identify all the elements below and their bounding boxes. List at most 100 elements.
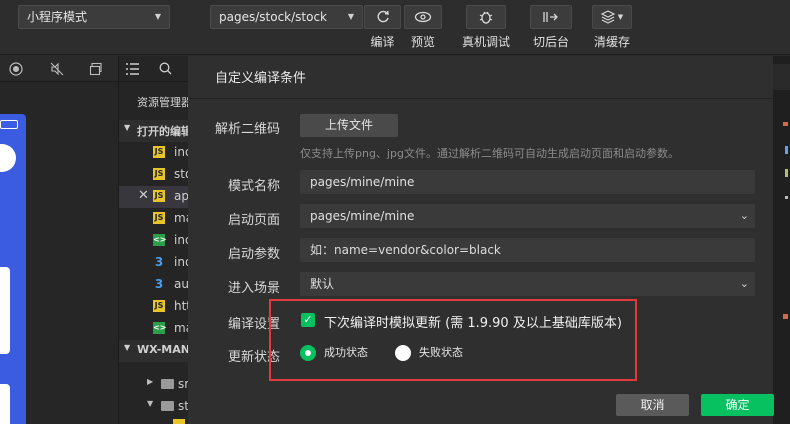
clear-cache-label: 清缓存 — [593, 35, 630, 49]
content-card — [0, 267, 10, 354]
folder-item[interactable]: ▼ static — [119, 396, 189, 418]
window-icon[interactable] — [89, 62, 103, 76]
file-item[interactable]: <> index.wxml — [119, 230, 189, 252]
caret-down-icon: ▼ — [617, 13, 624, 21]
upload-hint: 仅支持上传png、jpg文件。通过解析二维码可自动生成启动页面和启动参数。 — [300, 147, 679, 160]
chevron-down-icon: ⌄ — [739, 277, 749, 290]
file-name: index — [174, 145, 189, 159]
preview-label: 预览 — [410, 35, 435, 49]
explorer-toolbar — [119, 56, 189, 82]
js-file-icon: JS — [153, 146, 165, 158]
file-item[interactable]: JS main.js — [119, 208, 189, 230]
dialog-title: 自定义编译条件 — [215, 71, 307, 86]
layers-icon — [600, 10, 615, 24]
start-params-placeholder: 如：name=vendor&color=black — [310, 243, 501, 257]
start-page-value: pages/mine/mine — [310, 209, 415, 223]
code-glyph — [785, 169, 788, 177]
page-select[interactable]: pages/stock/stock ▼ — [210, 5, 363, 29]
mute-icon[interactable] — [50, 62, 64, 76]
background-button[interactable] — [530, 5, 572, 29]
folder-item[interactable]: ▶ src — [119, 374, 189, 396]
file-item[interactable]: JS stock — [119, 164, 189, 186]
scene-label: 进入场景 — [228, 281, 281, 296]
divider — [188, 98, 773, 99]
start-params-input[interactable]: 如：name=vendor&color=black — [300, 238, 755, 262]
css-file-icon: 3 — [154, 255, 164, 269]
start-page-select[interactable]: pages/mine/mine ⌄ — [300, 204, 755, 228]
file-name: auth.wxss — [174, 277, 189, 291]
file-item[interactable]: 3 index.wxss — [119, 252, 189, 274]
js-file-icon — [173, 419, 185, 424]
file-name: index.wxml — [174, 233, 189, 247]
scene-value: 默认 — [310, 277, 335, 291]
code-glyph — [785, 196, 788, 199]
file-name: app.js — [174, 189, 189, 203]
confirm-button[interactable]: 确定 — [701, 394, 774, 416]
mode-name-value: pages/mine/mine — [310, 175, 415, 189]
start-params-label: 启动参数 — [228, 247, 281, 262]
switch-background-icon — [543, 12, 558, 22]
explorer-title: 资源管理器 — [137, 96, 192, 109]
clear-cache-button[interactable]: ▼ — [592, 5, 632, 29]
code-glyph — [783, 122, 788, 126]
file-item[interactable]: 3 auth.wxss — [119, 274, 189, 296]
qr-label: 解析二维码 — [215, 122, 281, 137]
mode-name-label: 模式名称 — [228, 179, 281, 194]
open-editors-label: 打开的编辑器 — [137, 125, 189, 138]
file-name: stock — [174, 167, 189, 181]
compile-button[interactable] — [364, 5, 401, 29]
cancel-button[interactable]: 取消 — [616, 394, 689, 416]
file-name: main.js — [174, 211, 189, 225]
caret-down-icon: ▼ — [347, 12, 354, 21]
top-toolbar: 小程序模式 ▼ pages/stock/stock ▼ ▼ 编译 预览 真机调试… — [0, 0, 790, 55]
list-icon[interactable] — [126, 63, 139, 75]
editor-tab-strip — [773, 64, 790, 90]
battery-icon — [0, 120, 18, 129]
project-label: WX-MANAGER — [137, 343, 189, 356]
file-item-active[interactable]: ✕ JS app.js — [119, 186, 189, 208]
compile-label: 编译 — [370, 35, 395, 49]
highlight-annotation-box — [269, 299, 637, 381]
scene-select[interactable]: 默认 ⌄ — [300, 272, 755, 296]
content-card — [0, 384, 10, 424]
file-item[interactable]: <> main.wxml — [119, 318, 189, 340]
chevron-down-icon: ⌄ — [739, 209, 749, 222]
record-icon[interactable] — [9, 62, 23, 76]
folder-open-icon — [161, 401, 174, 411]
open-editors-section[interactable]: ▼ 打开的编辑器 — [119, 120, 189, 142]
project-section[interactable]: ▼ WX-MANAGER — [119, 340, 189, 362]
bug-icon — [479, 11, 493, 24]
mode-select[interactable]: 小程序模式 ▼ — [18, 5, 170, 29]
file-item[interactable]: JS http.js — [119, 296, 189, 318]
background-label: 切后台 — [532, 35, 569, 49]
wxml-file-icon: <> — [153, 322, 167, 334]
simulator-toolbar — [0, 56, 118, 82]
refresh-icon — [377, 10, 389, 23]
preview-button[interactable] — [404, 5, 442, 29]
mode-select-value: 小程序模式 — [27, 10, 88, 24]
upload-button[interactable]: 上传文件 — [300, 114, 398, 137]
js-file-icon: JS — [153, 212, 165, 224]
code-editor-edge — [773, 56, 790, 424]
remote-debug-button[interactable] — [466, 5, 506, 29]
chevron-down-icon: ▼ — [124, 343, 131, 352]
js-file-icon: JS — [153, 168, 165, 180]
chevron-down-icon: ▼ — [124, 123, 131, 132]
file-name: main.wxml — [174, 321, 189, 335]
file-item[interactable]: JS index — [119, 142, 189, 164]
code-glyph — [783, 314, 788, 319]
code-glyph — [785, 146, 788, 154]
start-page-label: 启动页面 — [228, 213, 281, 228]
search-icon[interactable] — [159, 62, 172, 75]
chevron-right-icon: ▶ — [147, 377, 154, 386]
file-explorer: 资源管理器 ▼ 打开的编辑器 JS index JS stock ✕ JS ap… — [118, 56, 192, 424]
close-icon[interactable]: ✕ — [138, 188, 149, 203]
mode-name-input[interactable]: pages/mine/mine — [300, 170, 755, 194]
wxml-file-icon: <> — [153, 234, 167, 246]
folder-icon — [161, 379, 174, 389]
chevron-down-icon: ▼ — [147, 399, 154, 408]
remote-debug-label: 真机调试 — [461, 35, 510, 49]
simulator-panel — [0, 56, 118, 424]
eye-icon — [414, 11, 432, 23]
js-file-icon: JS — [153, 300, 165, 312]
